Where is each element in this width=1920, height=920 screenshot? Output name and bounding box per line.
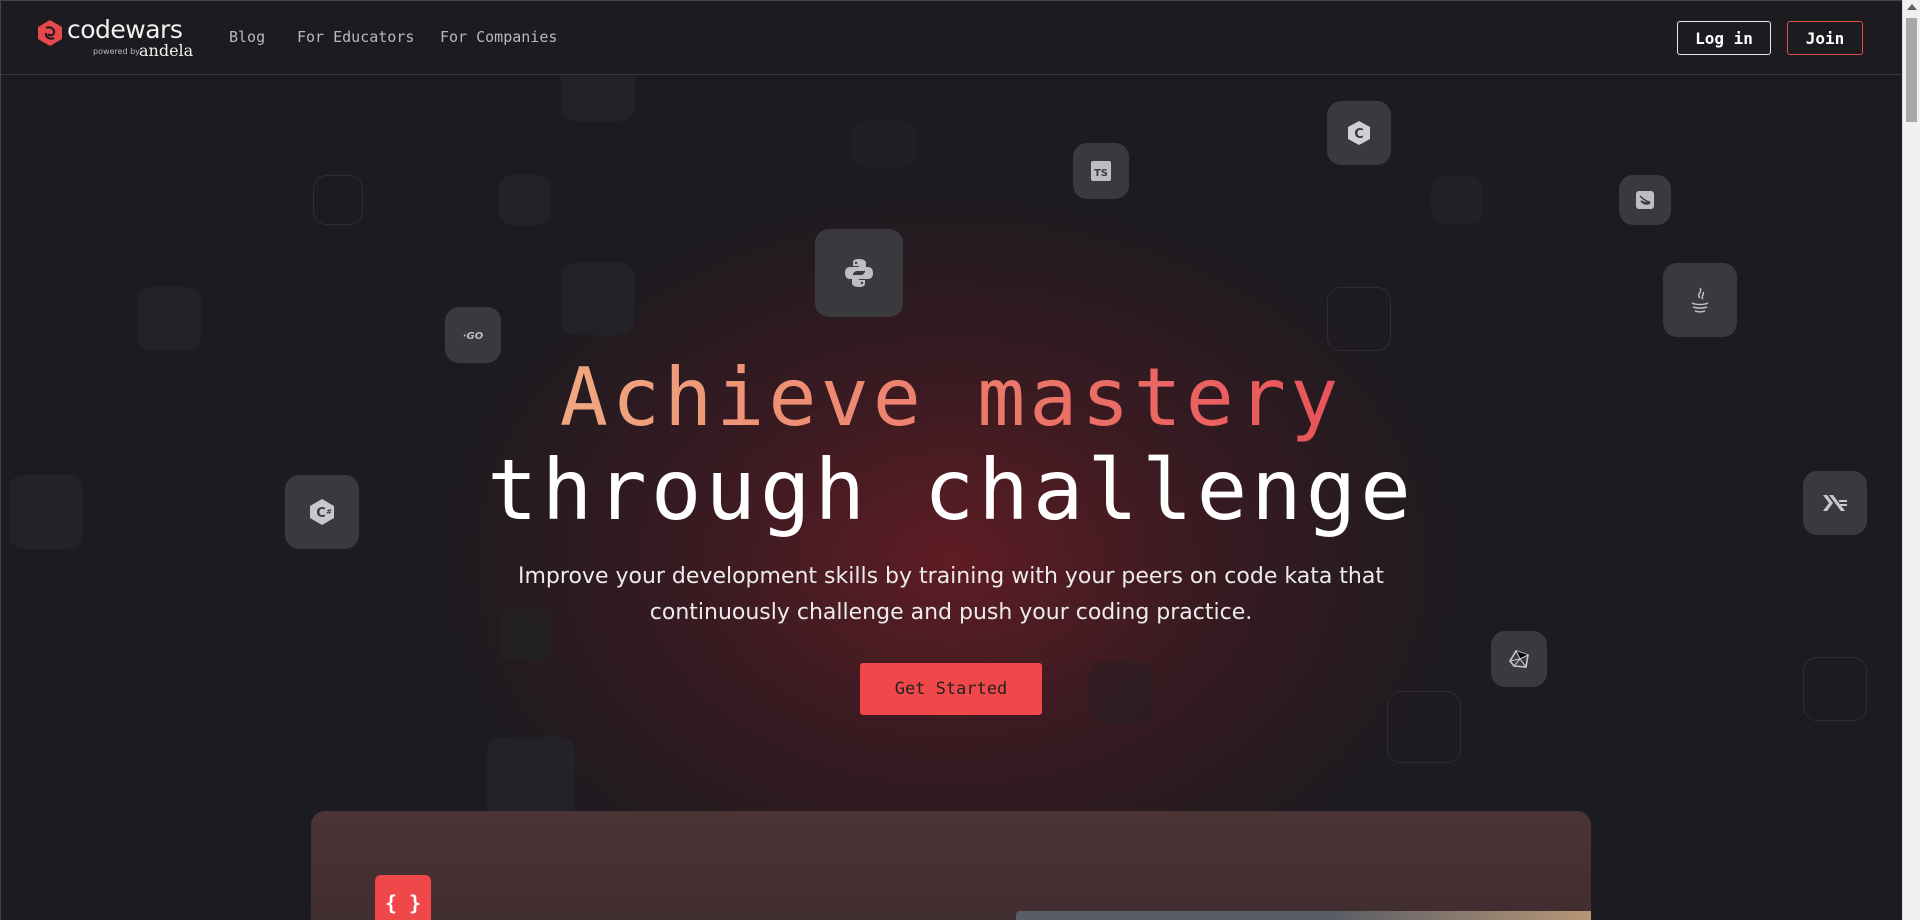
nav-link-blog[interactable]: Blog — [229, 28, 265, 46]
python-tile — [815, 229, 903, 317]
scroll-up-arrow-icon[interactable] — [1907, 4, 1917, 10]
codewars-logo-icon — [37, 19, 63, 47]
feature-panel: { } — [311, 811, 1591, 920]
hero-title-line1: Achieve mastery — [1, 351, 1901, 444]
crystal-icon — [1508, 649, 1530, 669]
login-button[interactable]: Log in — [1677, 21, 1771, 55]
c-icon: C — [1347, 120, 1371, 146]
python-icon — [842, 256, 876, 290]
typescript-icon: TS — [1091, 161, 1111, 181]
vertical-scrollbar[interactable] — [1902, 0, 1920, 920]
nav-link-companies[interactable]: For Companies — [440, 28, 557, 46]
get-started-button[interactable]: Get Started — [860, 663, 1042, 715]
svg-text:TS: TS — [1094, 168, 1108, 179]
decor-tile — [1089, 661, 1153, 723]
go-icon: ·GO — [461, 329, 485, 341]
swift-tile — [1619, 175, 1671, 225]
decor-tile — [1387, 691, 1461, 763]
top-nav: codewars powered by andela Blog For Educ… — [1, 1, 1902, 75]
codewars-logo[interactable]: codewars powered by andela — [37, 15, 197, 61]
decor-tile — [313, 175, 363, 225]
decor-tile — [1431, 175, 1483, 225]
decor-tile — [487, 737, 575, 821]
typescript-tile: TS — [1073, 143, 1129, 199]
svg-text:C: C — [1354, 127, 1364, 142]
decor-tile — [1327, 287, 1391, 351]
swift-icon — [1636, 191, 1654, 209]
java-icon — [1689, 286, 1711, 314]
hero-subtitle: Improve your development skills by train… — [518, 564, 1384, 625]
logo-partner: andela — [139, 41, 194, 60]
svg-text:·GO: ·GO — [463, 331, 484, 341]
hero-title-line2: through challenge — [487, 441, 1415, 539]
nav-link-educators[interactable]: For Educators — [297, 28, 414, 46]
java-tile — [1663, 263, 1737, 337]
join-button[interactable]: Join — [1787, 21, 1863, 55]
decor-tile — [499, 175, 551, 225]
decor-tile — [137, 287, 201, 351]
logo-wordmark: codewars — [67, 15, 183, 44]
c-tile: C — [1327, 101, 1391, 165]
decor-tile — [1803, 657, 1867, 721]
decor-tile — [561, 263, 635, 335]
panel-preview-strip — [1016, 911, 1591, 920]
crystal-tile — [1491, 631, 1547, 687]
scrollbar-thumb[interactable] — [1906, 18, 1917, 122]
page: TS C ·GO C # Achieve mastery through cha… — [0, 0, 1902, 920]
logo-powered-by: powered by — [93, 47, 140, 56]
code-braces-icon: { } — [375, 875, 431, 920]
decor-tile — [851, 121, 917, 167]
